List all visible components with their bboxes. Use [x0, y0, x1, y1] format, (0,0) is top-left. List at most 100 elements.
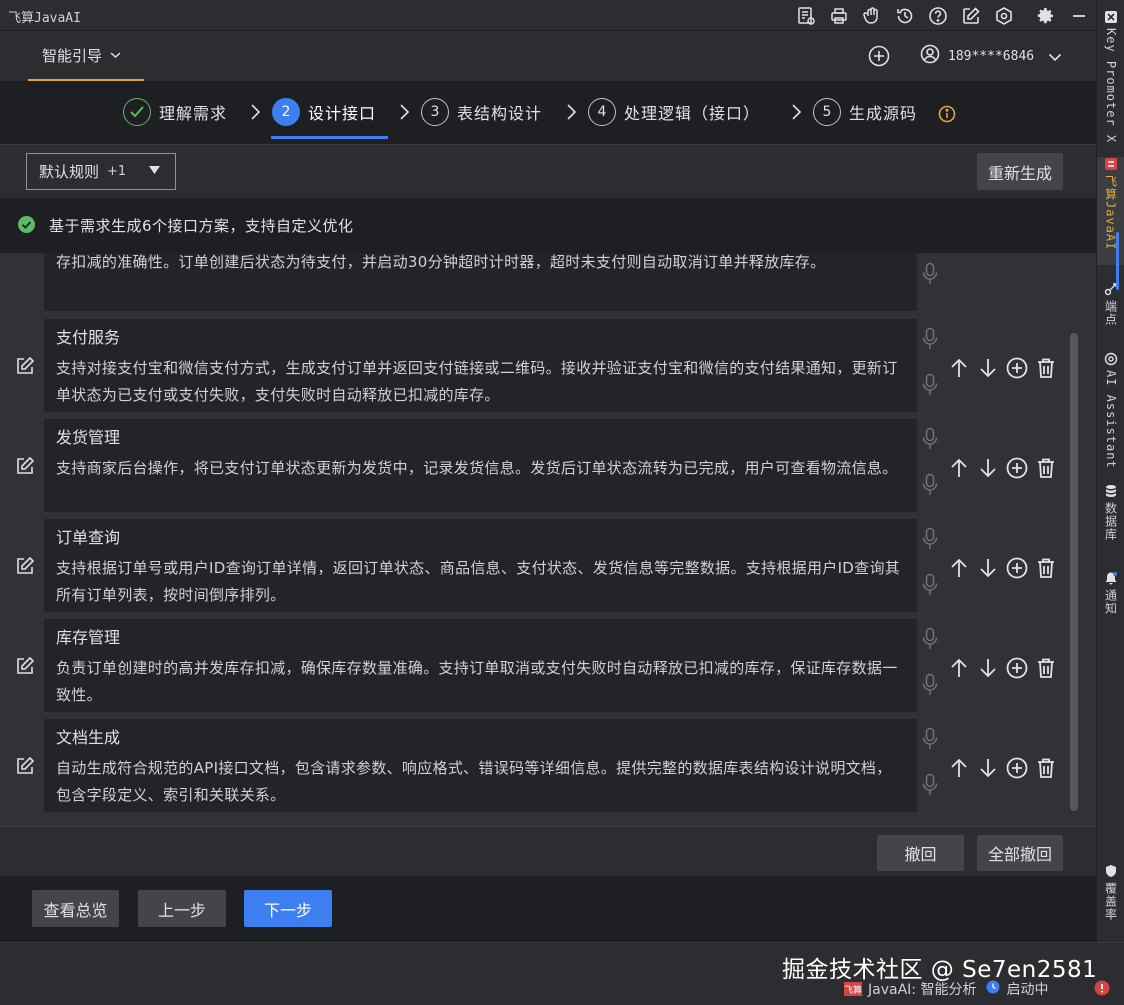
success-check-icon: [18, 216, 35, 233]
smart-guide-label: 智能引导: [42, 46, 103, 65]
card-description[interactable]: 支持商家后台操作，将已支付订单状态更新为发货中，记录发货信息。发货后订单状态流转…: [56, 455, 905, 482]
sidebar-label: Key Promoter X: [1104, 28, 1118, 144]
microphone-icon[interactable]: [921, 573, 939, 597]
sidebar-item-endpoints[interactable]: 端点: [1097, 282, 1124, 326]
step-generate-source[interactable]: 5 生成源码: [813, 97, 917, 127]
user-account[interactable]: 189****6846: [920, 44, 1062, 67]
hand-icon[interactable]: [861, 5, 883, 27]
feisuan-logo-icon: 飞算: [844, 982, 862, 996]
list-scrollbar[interactable]: [1070, 333, 1078, 811]
step-understand-requirements[interactable]: 理解需求: [123, 97, 227, 127]
sidebar-item-database[interactable]: 数据库: [1097, 484, 1124, 541]
card-description[interactable]: 支持根据订单号或用户ID查询订单详情，返回订单状态、商品信息、支付状态、发货信息…: [56, 555, 905, 609]
move-down-icon[interactable]: [975, 455, 1001, 481]
step-process-logic[interactable]: 4 处理逻辑（接口）: [588, 97, 760, 127]
card-description[interactable]: 负责订单创建时的高并发库存扣减，确保库存数量准确。支持订单取消或支付失败时自动释…: [56, 655, 905, 709]
move-up-icon[interactable]: [946, 355, 972, 381]
microphone-icon[interactable]: [921, 327, 939, 351]
undo-all-button[interactable]: 全部撤回: [977, 835, 1063, 871]
next-step-button[interactable]: 下一步: [244, 890, 332, 927]
sidebar-item-key-promoter[interactable]: Key Promoter X: [1097, 10, 1124, 143]
info-icon[interactable]: [938, 105, 956, 123]
step-design-interface[interactable]: 2 设计接口: [272, 97, 376, 127]
card-actions: [946, 355, 1064, 381]
generation-notice: 基于需求生成6个接口方案，支持自定义优化: [0, 198, 1096, 253]
regenerate-button[interactable]: 重新生成: [977, 153, 1063, 190]
move-up-icon[interactable]: [946, 655, 972, 681]
rule-toolbar: 默认规则 +1 重新生成: [0, 144, 1096, 198]
step-table-design[interactable]: 3 表结构设计: [421, 97, 542, 127]
trash-icon[interactable]: [1033, 355, 1059, 381]
step-wizard: 理解需求 2 设计接口 3 表结构设计 4 处理逻辑（接口） 5 生成源码: [0, 81, 1096, 144]
sidebar-item-ai-assistant[interactable]: AI Assistant: [1097, 352, 1124, 469]
microphone-icon[interactable]: [921, 727, 939, 751]
edit-icon[interactable]: [15, 656, 35, 676]
interface-card: 存扣减的准确性。订单创建后状态为待支付，并启动30分钟超时计时器，超时未支付则自…: [44, 253, 917, 311]
edit-icon[interactable]: [15, 456, 35, 476]
edit-icon[interactable]: [15, 556, 35, 576]
card-title[interactable]: 文档生成: [56, 727, 905, 749]
hexagon-settings-icon[interactable]: [993, 5, 1015, 27]
document-settings-icon[interactable]: [795, 5, 817, 27]
move-up-icon[interactable]: [946, 455, 972, 481]
history-icon[interactable]: [894, 5, 916, 27]
step-label: 表结构设计: [457, 104, 543, 123]
feisuan-logo-icon: [1105, 158, 1117, 170]
undo-button[interactable]: 撤回: [877, 835, 964, 871]
sidebar-item-coverage[interactable]: 覆盖率: [1097, 864, 1124, 921]
edit-icon[interactable]: [15, 756, 35, 776]
trash-icon[interactable]: [1033, 455, 1059, 481]
add-circle-icon[interactable]: [1004, 655, 1030, 681]
trash-icon[interactable]: [1033, 555, 1059, 581]
trash-icon[interactable]: [1033, 755, 1059, 781]
starting-status[interactable]: 启动中: [1006, 979, 1048, 999]
card-description[interactable]: 支持对接支付宝和微信支付方式，生成支付订单并返回支付链接或二维码。接收并验证支付…: [56, 355, 905, 409]
move-up-icon[interactable]: [946, 555, 972, 581]
card-title[interactable]: 发货管理: [56, 427, 905, 449]
error-icon[interactable]: [1094, 980, 1110, 1000]
sidebar-item-notifications[interactable]: 通知: [1097, 571, 1124, 615]
sidebar-item-feisuan[interactable]: 飞算JavaAI: [1097, 157, 1124, 265]
add-circle-icon[interactable]: [868, 45, 890, 67]
move-down-icon[interactable]: [975, 355, 1001, 381]
card-title[interactable]: 库存管理: [56, 627, 905, 649]
microphone-icon[interactable]: [921, 373, 939, 397]
minimize-icon[interactable]: [1068, 5, 1090, 27]
view-overview-button[interactable]: 查看总览: [32, 890, 119, 927]
card-title[interactable]: 订单查询: [56, 527, 905, 549]
move-up-icon[interactable]: [946, 755, 972, 781]
add-circle-icon[interactable]: [1004, 355, 1030, 381]
add-circle-icon[interactable]: [1004, 555, 1030, 581]
smart-guide-tab[interactable]: 智能引导: [28, 31, 144, 81]
microphone-icon[interactable]: [921, 773, 939, 797]
gear-icon[interactable]: [1035, 5, 1057, 27]
card-description[interactable]: 自动生成符合规范的API接口文档，包含请求参数、响应格式、错误码等详细信息。提供…: [56, 755, 905, 809]
card-description[interactable]: 存扣减的准确性。订单创建后状态为待支付，并启动30分钟超时计时器，超时未支付则自…: [56, 253, 905, 276]
interface-card: 发货管理 支持商家后台操作，将已支付订单状态更新为发货中，记录发货信息。发货后订…: [44, 419, 917, 512]
microphone-icon[interactable]: [921, 427, 939, 451]
edit-icon[interactable]: [15, 356, 35, 376]
microphone-icon[interactable]: [921, 673, 939, 697]
printer-icon[interactable]: [828, 5, 850, 27]
step-label: 设计接口: [308, 104, 377, 123]
plugin-status[interactable]: JavaAI: 智能分析: [868, 979, 976, 999]
move-down-icon[interactable]: [975, 555, 1001, 581]
add-circle-icon[interactable]: [1004, 755, 1030, 781]
active-step-indicator: [271, 136, 388, 139]
sidebar-scroll-indicator: [1116, 232, 1119, 290]
card-title[interactable]: 支付服务: [56, 327, 905, 349]
trash-icon[interactable]: [1033, 655, 1059, 681]
edit-icon[interactable]: [960, 5, 982, 27]
undo-bar: 撤回 全部撤回: [0, 826, 1096, 876]
microphone-icon[interactable]: [921, 527, 939, 551]
add-circle-icon[interactable]: [1004, 455, 1030, 481]
previous-step-button[interactable]: 上一步: [138, 890, 226, 927]
microphone-icon[interactable]: [921, 473, 939, 497]
rule-select[interactable]: 默认规则 +1: [26, 153, 176, 190]
title-bar: 飞算JavaAI: [0, 0, 1096, 31]
move-down-icon[interactable]: [975, 755, 1001, 781]
microphone-icon[interactable]: [921, 627, 939, 651]
move-down-icon[interactable]: [975, 655, 1001, 681]
microphone-icon[interactable]: [921, 262, 939, 286]
help-icon[interactable]: [927, 5, 949, 27]
